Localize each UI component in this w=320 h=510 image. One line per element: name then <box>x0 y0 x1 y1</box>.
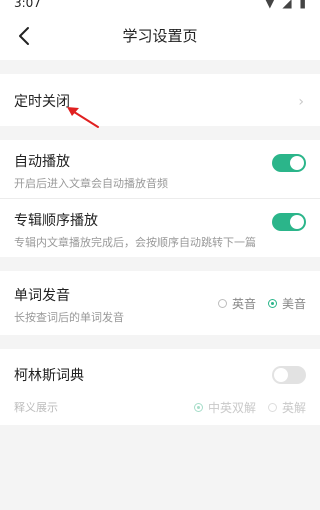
status-bar: 3:07 ▼ ◢ ▮ <box>0 0 320 12</box>
timer-section: 定时关闭 › <box>0 74 320 126</box>
collins-title: 柯林斯词典 <box>14 368 84 384</box>
radio-bilingual[interactable]: 中英双解 <box>193 399 256 416</box>
header: 学习设置页 <box>0 12 320 60</box>
radio-american[interactable]: 美音 <box>267 295 306 312</box>
chevron-right-icon: › <box>298 94 304 110</box>
collins-sub-label: 释义展示 <box>14 401 58 414</box>
red-arrow-annotation <box>67 107 99 128</box>
toggle-knob <box>290 215 304 229</box>
playback-section: 自动播放 开启后进入文章会自动播放音频 专辑顺序播放 专辑内文章播放完成后，会按… <box>0 140 320 257</box>
toggle-knob <box>274 368 288 382</box>
toggle-knob <box>290 156 304 170</box>
autoplay-title: 自动播放 <box>14 154 70 170</box>
autoplay-subtitle: 开启后进入文章会自动播放音频 <box>14 177 168 190</box>
autoplay-toggle[interactable] <box>272 154 306 172</box>
radio-dot <box>267 403 277 412</box>
autoplay-row: 自动播放 开启后进入文章会自动播放音频 <box>0 140 320 198</box>
word-pronunciation-subtitle: 长按查词后的单词发音 <box>14 311 124 324</box>
word-pronunciation-title: 单词发音 <box>14 288 70 304</box>
album-order-title: 专辑顺序播放 <box>14 213 98 229</box>
status-time: 3:07 <box>14 0 41 10</box>
collins-radio-group: 中英双解 英解 <box>193 399 306 416</box>
collins-toggle[interactable] <box>272 366 306 384</box>
page-title: 学习设置页 <box>122 27 198 45</box>
collins-row: 柯林斯词典 释义展示 中英双解 英解 <box>0 349 320 425</box>
word-pronunciation-section: 单词发音 长按查词后的单词发音 英音 美音 <box>0 271 320 335</box>
radio-bilingual-label: 中英双解 <box>207 401 256 415</box>
collins-section: 柯林斯词典 释义展示 中英双解 英解 <box>0 349 320 425</box>
radio-english-only-label: 英解 <box>281 401 306 415</box>
status-icons: ▼ ◢ ▮ <box>265 0 308 10</box>
radio-british[interactable]: 英音 <box>217 295 256 312</box>
album-order-subtitle: 专辑内文章播放完成后，会按顺序自动跳转下一篇 <box>14 236 256 249</box>
album-order-toggle[interactable] <box>272 213 306 231</box>
timer-title: 定时关闭 <box>14 94 70 110</box>
word-pronunciation-row: 单词发音 长按查词后的单词发音 英音 美音 <box>0 271 320 335</box>
radio-dot <box>193 403 203 412</box>
pronunciation-radio-group: 英音 美音 <box>217 295 306 312</box>
radio-american-label: 美音 <box>281 297 306 311</box>
radio-british-label: 英音 <box>231 297 256 311</box>
radio-english-only[interactable]: 英解 <box>267 399 306 416</box>
album-order-row: 专辑顺序播放 专辑内文章播放完成后，会按顺序自动跳转下一篇 <box>0 198 320 257</box>
timer-row[interactable]: 定时关闭 › <box>0 74 320 126</box>
radio-dot <box>267 299 277 308</box>
radio-dot <box>217 299 227 308</box>
